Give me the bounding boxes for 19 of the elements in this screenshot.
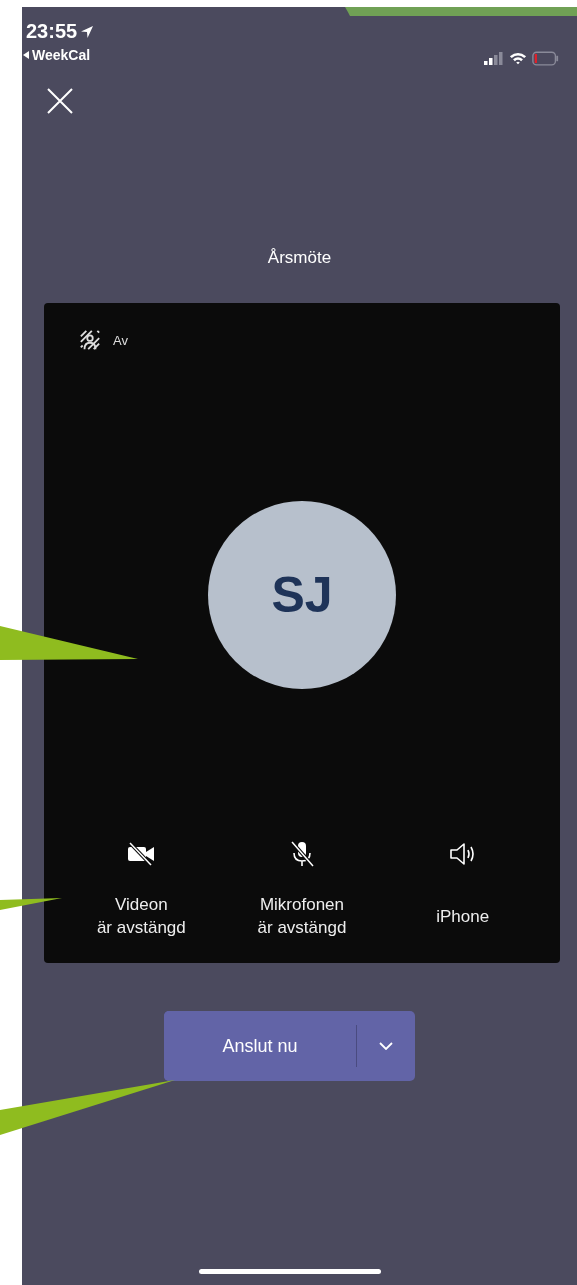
- signal-icon: [484, 51, 504, 65]
- status-time: 23:55: [26, 20, 78, 43]
- video-off-icon[interactable]: [127, 839, 156, 869]
- background-effects-status: Av: [113, 332, 128, 348]
- battery-icon: [532, 50, 559, 66]
- wifi-icon: [509, 51, 527, 65]
- close-icon[interactable]: [47, 88, 73, 114]
- background-effects-icon[interactable]: [79, 329, 101, 351]
- meeting-title: Årsmöte: [266, 248, 333, 268]
- device-status-label: Mikrofonen är avstängd: [257, 894, 347, 939]
- back-triangle-icon: [23, 51, 29, 59]
- device-status-label: Videon är avstängd: [96, 894, 186, 939]
- callout-pointer: [0, 898, 62, 910]
- location-arrow-icon: [80, 24, 95, 39]
- dropdown-chevron-icon[interactable]: [379, 1042, 393, 1050]
- microphone-off-icon[interactable]: [288, 839, 316, 869]
- avatar: SJ: [208, 501, 396, 689]
- device-status-label: iPhone: [436, 905, 490, 928]
- back-to-app-link[interactable]: WeekCal: [32, 47, 91, 63]
